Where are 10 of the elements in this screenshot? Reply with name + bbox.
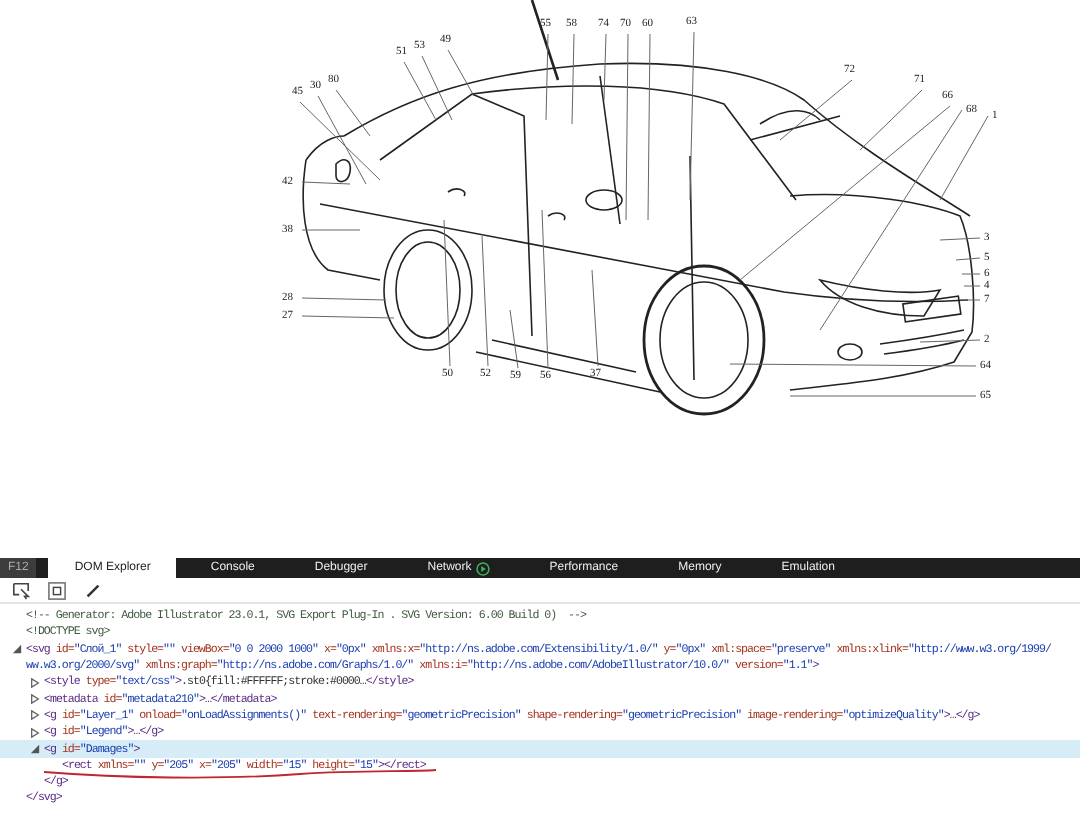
expand-arrow-icon[interactable] <box>30 677 40 688</box>
collapse-arrow-icon[interactable] <box>30 744 40 755</box>
play-icon <box>475 561 490 575</box>
expand-arrow-icon[interactable] <box>30 727 40 738</box>
select-element-icon[interactable] <box>12 581 30 599</box>
collapse-arrow-icon[interactable] <box>12 644 22 655</box>
expand-arrow-icon[interactable] <box>30 694 40 705</box>
pen-icon[interactable] <box>84 581 102 599</box>
highlight-box-icon[interactable] <box>48 581 66 599</box>
expand-arrow-icon[interactable] <box>30 710 40 721</box>
